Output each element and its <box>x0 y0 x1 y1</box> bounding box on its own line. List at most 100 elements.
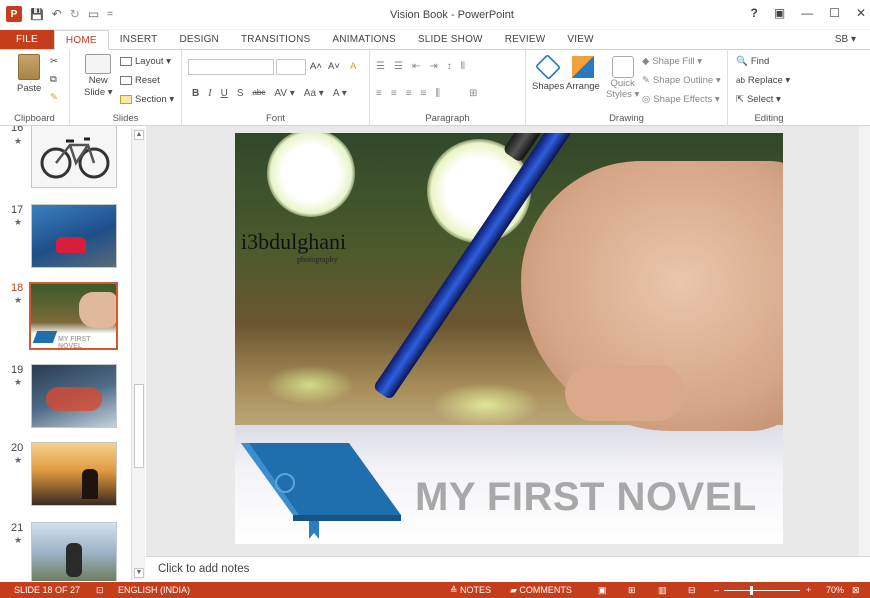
zoom-in-button[interactable]: + <box>806 585 811 595</box>
find-button[interactable]: 🔍 Find <box>736 56 769 67</box>
reset-icon <box>120 76 132 85</box>
tab-design[interactable]: DESIGN <box>168 30 230 49</box>
undo-icon[interactable]: ↶ <box>52 7 62 21</box>
strikethrough-button[interactable]: abc <box>252 88 265 99</box>
arrange-button[interactable]: Arrange <box>566 56 600 92</box>
notes-toggle-button[interactable]: ≙ NOTES <box>450 585 491 596</box>
spell-check-icon[interactable]: ⊡ <box>96 585 104 596</box>
scroll-up-icon[interactable]: ▲ <box>134 130 144 140</box>
shape-fill-button[interactable]: ◆ Shape Fill ▾ <box>642 56 702 67</box>
justify-icon[interactable]: ≡ <box>421 88 427 99</box>
tab-transitions[interactable]: TRANSITIONS <box>230 30 321 49</box>
editing-label: Editing <box>754 113 784 124</box>
ribbon-display-icon[interactable]: ▣ <box>774 6 785 20</box>
title-bar: P 💾 ↶ ↻ ▭ = Vision Book - PowerPoint ? ▣… <box>0 0 870 30</box>
slide-title[interactable]: MY FIRST NOVEL <box>415 475 757 520</box>
thumbnail-slide-19[interactable]: 19 ★ <box>0 364 130 430</box>
red-car-icon <box>56 237 86 253</box>
format-painter-icon[interactable]: ✎ <box>50 92 58 103</box>
customize-qat-icon[interactable]: = <box>107 9 113 20</box>
smartart-icon[interactable]: ⊞ <box>469 88 477 99</box>
bold-button[interactable]: B <box>192 88 199 99</box>
paste-button[interactable]: Paste <box>17 54 41 94</box>
shapes-button[interactable]: Shapes <box>532 53 564 92</box>
shape-effects-button[interactable]: ◎ Shape Effects ▾ <box>642 94 720 105</box>
tab-review[interactable]: REVIEW <box>494 30 557 49</box>
user-account[interactable]: SB ▾ <box>835 34 856 45</box>
layout-button[interactable]: Layout ▾ <box>120 56 171 67</box>
scroll-down-icon[interactable]: ▼ <box>134 568 144 578</box>
line-spacing-icon[interactable]: ↕ <box>447 61 452 72</box>
minimize-icon[interactable]: — <box>801 6 813 20</box>
align-left-icon[interactable]: ≡ <box>376 88 382 99</box>
shape-outline-button[interactable]: ✎ Shape Outline ▾ <box>642 75 721 86</box>
tab-home[interactable]: HOME <box>53 30 109 50</box>
maximize-icon[interactable]: ☐ <box>829 6 840 20</box>
tab-slide-show[interactable]: SLIDE SHOW <box>407 30 494 49</box>
scrollbar-thumb[interactable] <box>134 384 144 468</box>
cut-icon[interactable]: ✂ <box>50 56 58 67</box>
zoom-slider-thumb[interactable] <box>750 586 753 595</box>
font-size-combo[interactable] <box>276 59 306 75</box>
font-name-combo[interactable] <box>188 59 274 75</box>
start-slideshow-icon[interactable]: ▭ <box>88 7 99 21</box>
redo-icon[interactable]: ↻ <box>70 7 80 21</box>
hand-icon <box>79 292 116 328</box>
bullets-icon[interactable]: ☰ <box>376 61 385 72</box>
shrink-font-button[interactable]: A˅ <box>328 61 340 72</box>
thumbnail-slide-16[interactable]: 16 ★ <box>0 126 130 192</box>
clear-formatting-button[interactable]: A <box>350 61 356 72</box>
current-slide[interactable]: i3bdulghani photography MY FIRST NOVEL <box>235 133 783 544</box>
thumbnail-scrollbar[interactable]: ▲ ▼ <box>131 128 145 580</box>
font-color-button[interactable]: A ▾ <box>333 88 347 99</box>
align-center-icon[interactable]: ≡ <box>391 88 397 99</box>
slide-sorter-icon[interactable]: ⊞ <box>628 585 636 596</box>
zoom-slider[interactable] <box>724 590 800 591</box>
notes-pane[interactable]: Click to add notes <box>146 556 870 582</box>
underline-button[interactable]: U <box>221 88 228 99</box>
replace-button[interactable]: ab Replace ▾ <box>736 75 790 86</box>
save-icon[interactable]: 💾 <box>30 8 44 21</box>
align-right-icon[interactable]: ≡ <box>406 88 412 99</box>
tab-file[interactable]: FILE <box>0 30 54 49</box>
clipboard-label: Clipboard <box>14 113 55 124</box>
tab-insert[interactable]: INSERT <box>109 30 169 49</box>
grow-font-button[interactable]: A˄ <box>310 61 322 72</box>
normal-view-icon[interactable]: ▣ <box>598 585 607 596</box>
zoom-out-button[interactable]: – <box>714 585 719 595</box>
text-direction-icon[interactable]: ⫴ <box>461 61 465 72</box>
comments-toggle-button[interactable]: ▰ COMMENTS <box>510 585 572 596</box>
fit-slide-icon[interactable]: ⊠ <box>852 585 860 596</box>
italic-button[interactable]: I <box>208 88 211 99</box>
thumbnail-slide-17[interactable]: 17 ★ <box>0 204 130 270</box>
thumbnail-image <box>31 204 117 268</box>
zoom-level[interactable]: 70% <box>826 585 844 595</box>
shapes-icon <box>535 53 562 81</box>
reset-button[interactable]: Reset <box>120 75 160 86</box>
language-status[interactable]: ENGLISH (INDIA) <box>118 585 190 595</box>
char-spacing-button[interactable]: AV ▾ <box>274 88 294 99</box>
new-slide-button[interactable]: New Slide ▾ <box>84 54 113 98</box>
increase-indent-icon[interactable]: ⇥ <box>429 61 437 72</box>
thumbnail-slide-20[interactable]: 20 ★ <box>0 442 130 508</box>
copy-icon[interactable]: ⧉ <box>50 74 57 85</box>
select-button[interactable]: ⇱ Select ▾ <box>736 94 781 105</box>
quick-styles-button[interactable]: Quick Styles ▾ <box>606 56 639 100</box>
reading-view-icon[interactable]: ▥ <box>658 585 667 596</box>
help-icon[interactable]: ? <box>750 6 757 20</box>
change-case-button[interactable]: Aa ▾ <box>304 88 324 99</box>
canvas-scrollbar[interactable] <box>859 126 870 556</box>
thumbnail-slide-21[interactable]: 21 ★ <box>0 522 130 581</box>
numbering-icon[interactable]: ☰ <box>394 61 403 72</box>
section-button[interactable]: Section ▾ <box>120 94 174 105</box>
rafting-icon <box>46 387 102 411</box>
shadow-button[interactable]: S <box>237 88 244 99</box>
decrease-indent-icon[interactable]: ⇤ <box>412 61 420 72</box>
slideshow-view-icon[interactable]: ⊟ <box>688 585 696 596</box>
columns-icon[interactable]: ⫼ <box>435 88 440 99</box>
close-icon[interactable]: ✕ <box>856 6 866 20</box>
slide-number-status[interactable]: SLIDE 18 OF 27 <box>14 585 80 595</box>
thumbnail-slide-18[interactable]: 18 ★ MY FIRST NOVEL <box>0 282 130 350</box>
tab-view[interactable]: VIEW <box>556 30 604 49</box>
tab-animations[interactable]: ANIMATIONS <box>321 30 406 49</box>
